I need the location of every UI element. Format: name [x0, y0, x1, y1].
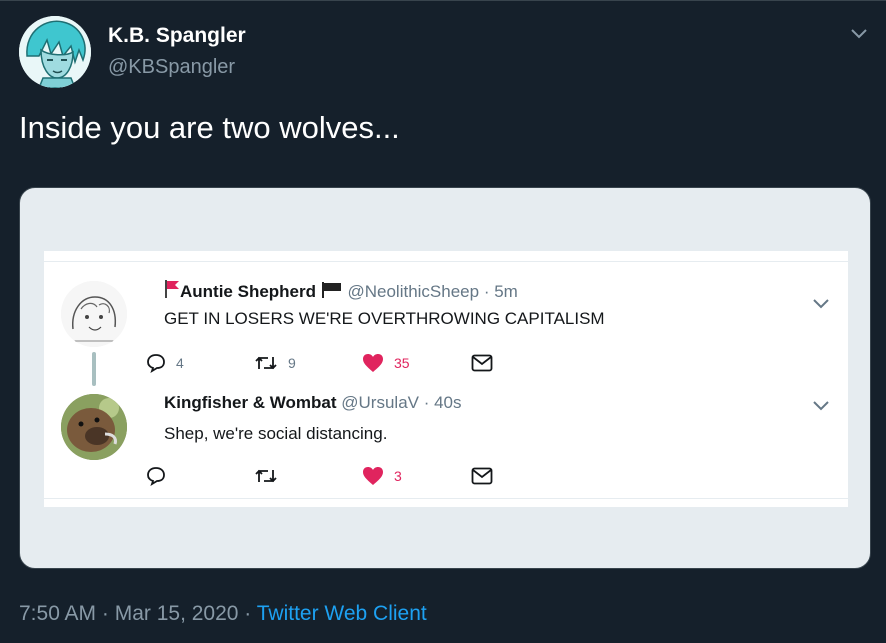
- top-divider: [0, 0, 886, 1]
- tweet-1-display-name: Auntie Shepherd: [180, 282, 317, 301]
- like-count: 3: [394, 468, 402, 484]
- tweet-2-header: Kingfisher & Wombat @UrsulaV · 40s: [164, 393, 462, 413]
- like-action: 3: [362, 465, 402, 487]
- embedded-thread-screenshot: Auntie Shepherd @NeolithicSheep · 5m GET…: [44, 250, 848, 508]
- retweet-icon: [255, 469, 277, 483]
- message-action: [471, 465, 493, 487]
- divider: [44, 261, 848, 262]
- tweet-timestamp: 7:50 AM · Mar 15, 2020 · Twitter Web Cli…: [19, 602, 427, 626]
- author-display-name[interactable]: K.B. Spangler: [108, 24, 246, 48]
- retweet-action: 9: [254, 352, 296, 374]
- tweet-2-text: Shep, we're social distancing.: [164, 424, 388, 443]
- retweet-action: [254, 465, 288, 487]
- tweet-media-image[interactable]: Auntie Shepherd @NeolithicSheep · 5m GET…: [19, 187, 871, 569]
- red-flag-icon: [164, 279, 180, 304]
- envelope-icon: [471, 354, 493, 372]
- tweet-1-handle-time: @NeolithicSheep · 5m: [347, 282, 518, 301]
- chevron-down-icon[interactable]: [848, 24, 870, 42]
- retweet-count: 9: [288, 355, 296, 371]
- retweet-icon: [255, 356, 277, 370]
- tweet-2-display-name: Kingfisher & Wombat: [164, 393, 337, 412]
- tweet-1-text: GET IN LOSERS WE'RE OVERTHROWING CAPITAL…: [164, 309, 605, 328]
- client-link[interactable]: Twitter Web Client: [257, 602, 427, 625]
- like-count: 35: [394, 355, 410, 371]
- reply-count: 4: [176, 355, 184, 371]
- reply-icon: [147, 467, 165, 486]
- chevron-down-icon: [812, 399, 830, 411]
- author-handle[interactable]: @KBSpangler: [108, 56, 235, 79]
- tweet-2-handle-time: @UrsulaV · 40s: [341, 393, 462, 412]
- timestamp-text[interactable]: 7:50 AM · Mar 15, 2020 ·: [19, 602, 257, 625]
- black-flag-icon: [321, 281, 343, 304]
- envelope-icon: [471, 467, 493, 485]
- auntie-shepherd-avatar: [61, 281, 127, 347]
- tweet-1-header: Auntie Shepherd @NeolithicSheep · 5m: [164, 279, 518, 304]
- chevron-down-icon: [812, 297, 830, 309]
- reply-action: [146, 465, 176, 487]
- thread-connector: [92, 352, 96, 386]
- heart-icon: [363, 467, 383, 485]
- heart-icon: [363, 354, 383, 372]
- like-action: 35: [362, 352, 410, 374]
- divider: [44, 498, 848, 499]
- tweet-text: Inside you are two wolves...: [19, 110, 400, 145]
- reply-icon: [147, 354, 165, 373]
- kingfisher-wombat-avatar: [61, 394, 127, 460]
- author-avatar[interactable]: [19, 16, 91, 88]
- message-action: [471, 352, 493, 374]
- reply-action: 4: [146, 352, 184, 374]
